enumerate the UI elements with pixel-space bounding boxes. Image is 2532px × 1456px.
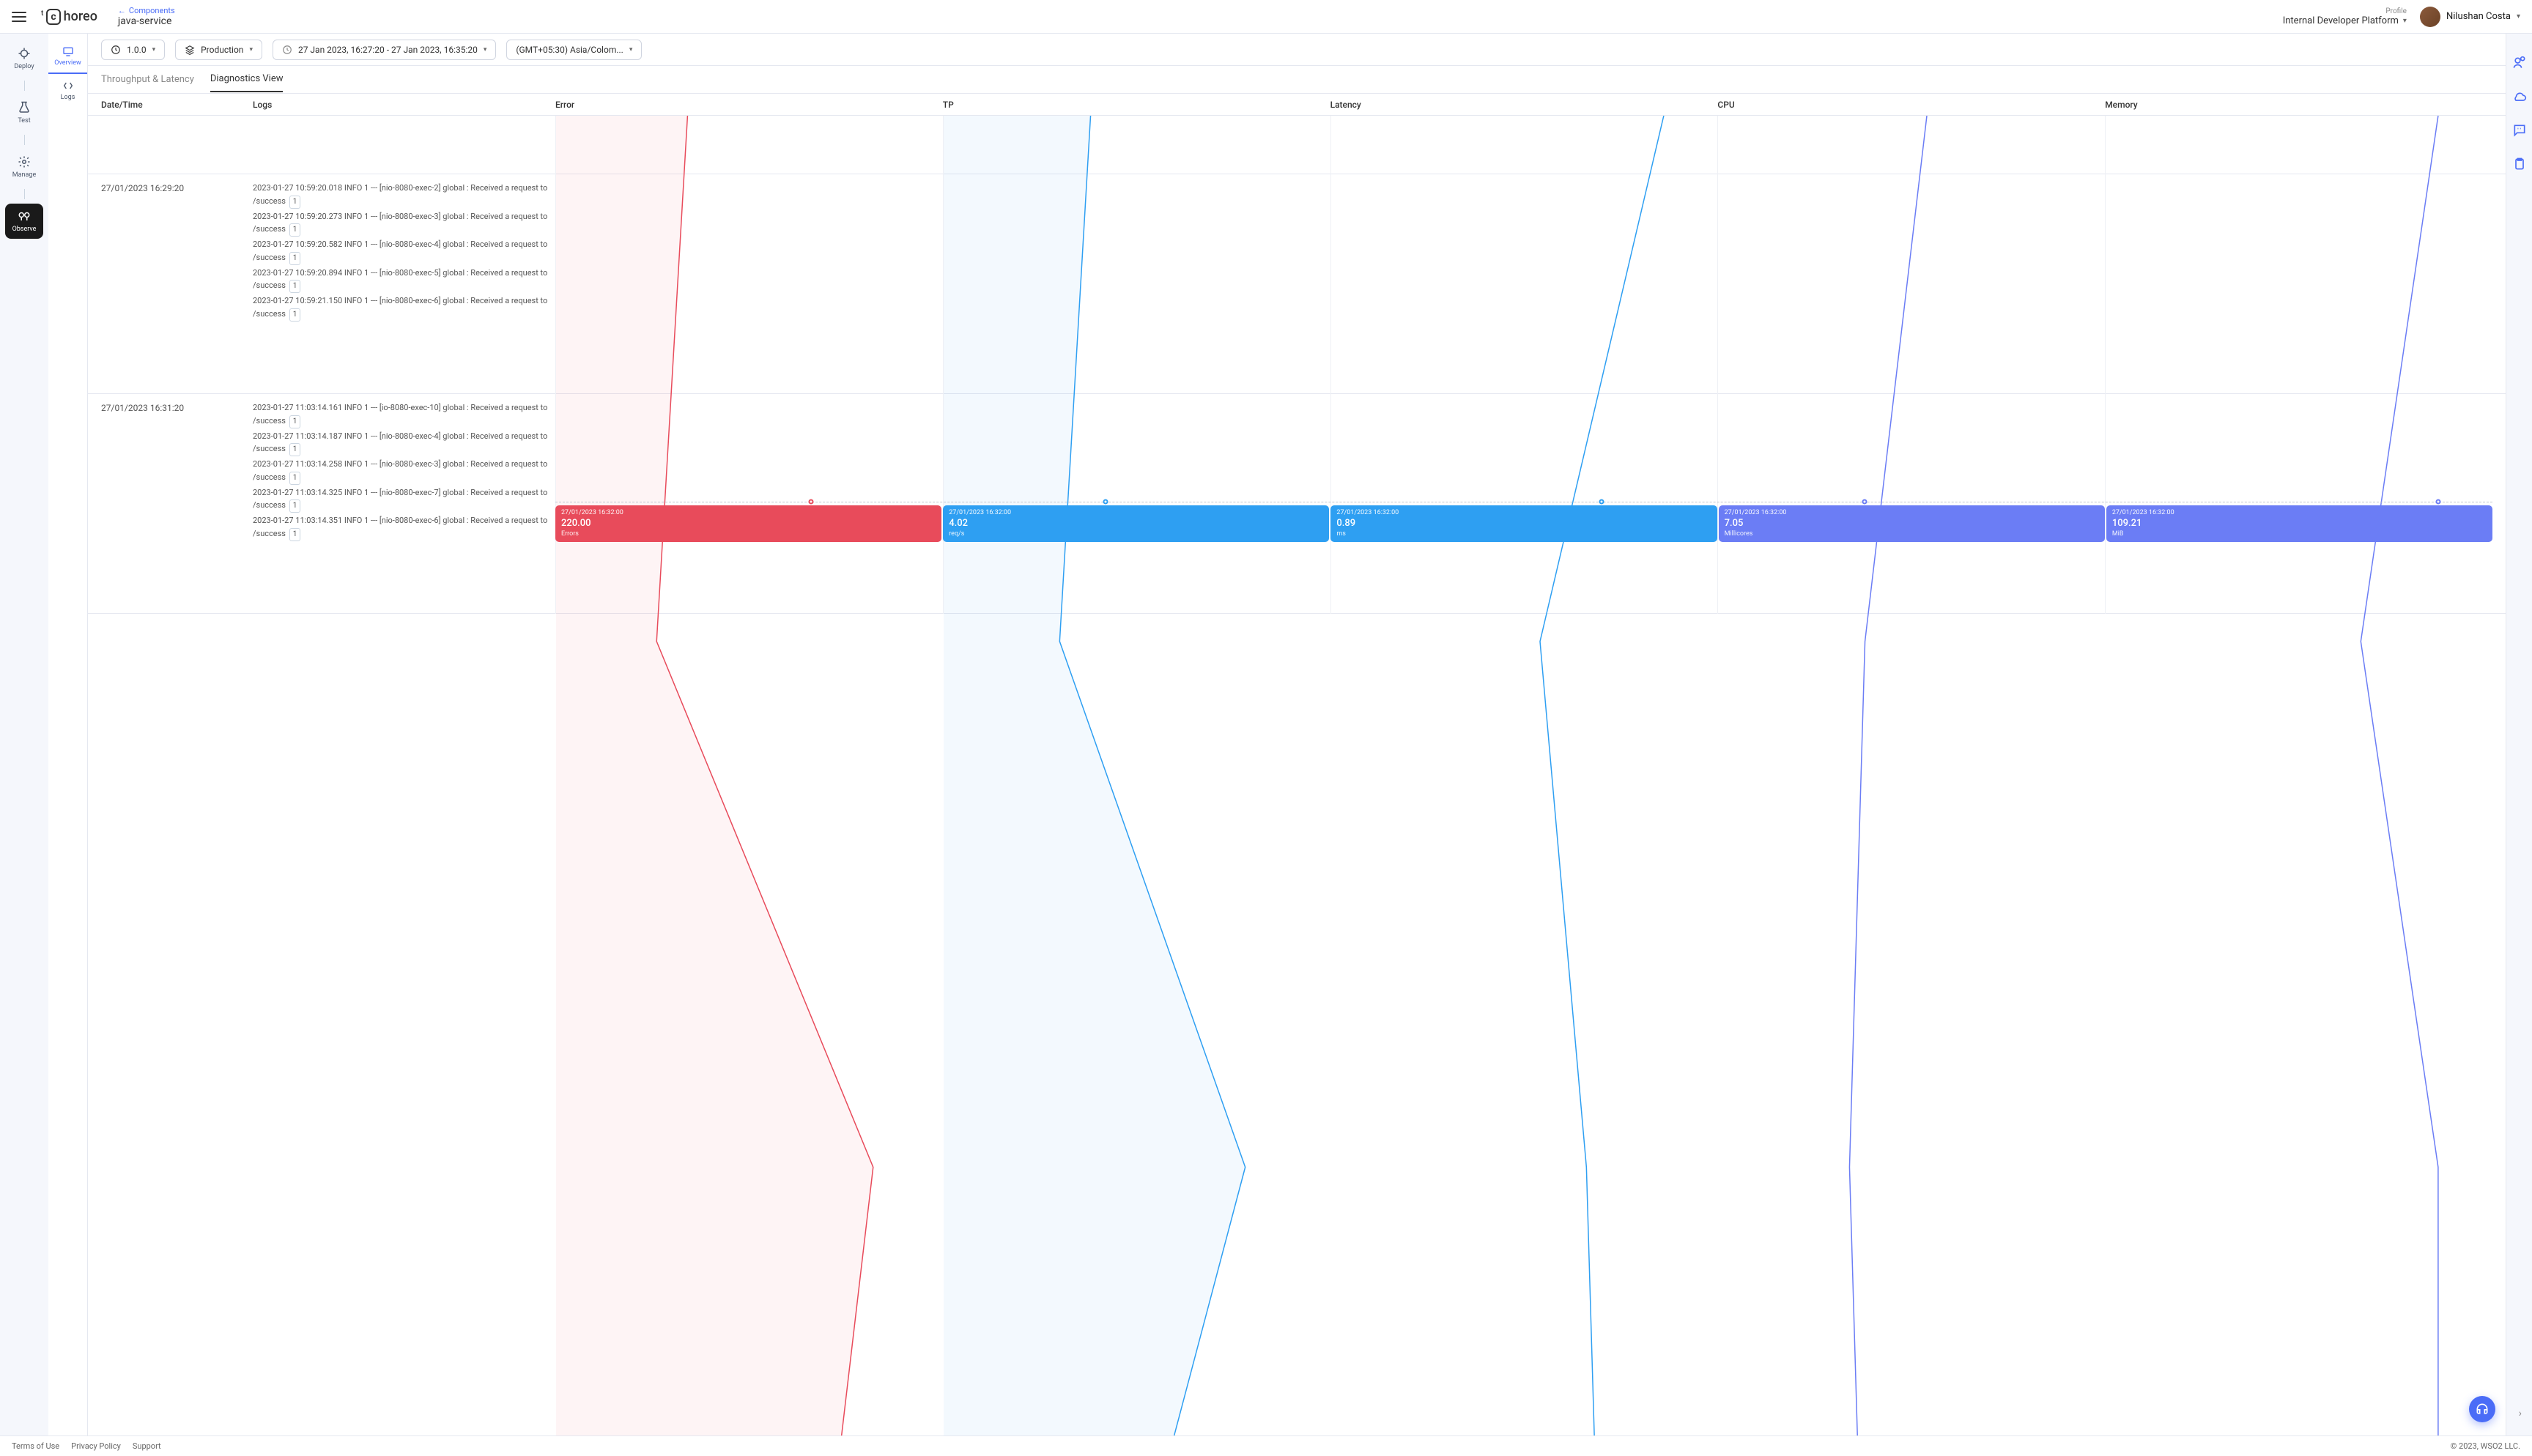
count-badge: 1 — [289, 415, 301, 428]
log-line[interactable]: 2023-01-27 11:03:14.187 INFO 1 --- [nio-… — [253, 430, 548, 457]
datetime-cell: 27/01/2023 16:31:20 — [101, 401, 253, 606]
subnav-logs[interactable]: Logs — [48, 74, 87, 107]
tab-throughput-latency[interactable]: Throughput & Latency — [101, 67, 194, 92]
left-nav: Deploy Test Manage Observe — [0, 34, 48, 1435]
chart-marker-dot — [809, 499, 814, 505]
footer-terms[interactable]: Terms of Use — [12, 1441, 59, 1451]
history-icon — [111, 45, 121, 55]
expand-right-icon[interactable]: › — [2519, 1408, 2522, 1419]
breadcrumb-link[interactable]: ← Components — [118, 6, 175, 15]
chat-icon[interactable] — [2512, 123, 2527, 138]
header-latency: Latency — [1330, 100, 1718, 110]
logo[interactable]: tchoreo — [41, 9, 97, 25]
headset-icon — [2475, 1402, 2490, 1416]
top-bar: tchoreo ← Components java-service Profil… — [0, 0, 2532, 34]
user-menu[interactable]: Nilushan Costa ▾ — [2420, 7, 2520, 27]
tabs: Throughput & Latency Diagnostics View — [88, 66, 2506, 94]
datetime-cell: 27/01/2023 16:29:20 — [101, 182, 253, 386]
page-title: java-service — [118, 15, 175, 27]
timerange-selector[interactable]: 27 Jan 2023, 16:27:20 - 27 Jan 2023, 16:… — [273, 40, 496, 60]
header-memory: Memory — [2105, 100, 2492, 110]
layers-icon — [185, 45, 195, 55]
users-icon[interactable] — [2512, 56, 2527, 70]
nav-deploy[interactable]: Deploy — [5, 41, 43, 76]
count-badge: 1 — [289, 252, 301, 265]
footer-support[interactable]: Support — [133, 1441, 161, 1451]
count-badge: 1 — [289, 443, 301, 456]
log-cell: 2023-01-27 11:03:14.161 INFO 1 --- [io-8… — [253, 401, 555, 606]
toolbar: 1.0.0▾ Production▾ 27 Jan 2023, 16:27:20… — [88, 34, 2506, 66]
log-line[interactable]: 2023-01-27 10:59:21.150 INFO 1 --- [nio-… — [253, 294, 548, 322]
env-selector[interactable]: Production▾ — [175, 40, 262, 60]
footer: Terms of Use Privacy Policy Support © 20… — [0, 1435, 2532, 1456]
chevron-down-icon: ▾ — [2517, 12, 2520, 21]
chart-tooltip: 27/01/2023 16:32:004.02req/s — [943, 505, 1329, 542]
count-badge: 1 — [289, 499, 301, 513]
count-badge: 1 — [289, 528, 301, 541]
subnav-overview[interactable]: Overview — [48, 40, 87, 74]
count-badge: 1 — [289, 223, 301, 237]
footer-privacy[interactable]: Privacy Policy — [71, 1441, 121, 1451]
chart-tooltip: 27/01/2023 16:32:007.05Millicores — [1719, 505, 2105, 542]
chart-marker-dot — [1862, 499, 1867, 505]
log-line[interactable]: 2023-01-27 11:03:14.161 INFO 1 --- [io-8… — [253, 401, 548, 428]
tooltip-row: 27/01/2023 16:32:00220.00Errors27/01/202… — [555, 505, 2492, 542]
log-line[interactable]: 2023-01-27 11:03:14.351 INFO 1 --- [nio-… — [253, 514, 548, 541]
diagnostics-body[interactable]: 27/01/2023 16:29:202023-01-27 10:59:20.0… — [88, 116, 2506, 1435]
count-badge: 1 — [289, 280, 301, 293]
tab-diagnostics-view[interactable]: Diagnostics View — [210, 67, 284, 92]
cloud-icon[interactable] — [2512, 89, 2527, 104]
header-datetime: Date/Time — [101, 100, 253, 110]
log-line[interactable]: 2023-01-27 11:03:14.325 INFO 1 --- [nio-… — [253, 486, 548, 513]
nav-test[interactable]: Test — [5, 95, 43, 130]
chart-tooltip: 27/01/2023 16:32:000.89ms — [1330, 505, 1717, 542]
chart-marker-dot — [1599, 499, 1604, 505]
header-tp: TP — [943, 100, 1330, 110]
count-badge: 1 — [289, 196, 301, 209]
avatar — [2420, 7, 2440, 27]
log-cell: 2023-01-27 10:59:20.018 INFO 1 --- [nio-… — [253, 182, 555, 386]
header-error: Error — [555, 100, 943, 110]
log-line[interactable]: 2023-01-27 10:59:20.582 INFO 1 --- [nio-… — [253, 238, 548, 265]
version-selector[interactable]: 1.0.0▾ — [101, 40, 165, 60]
clipboard-icon[interactable] — [2512, 157, 2527, 171]
table-row: 27/01/2023 16:29:202023-01-27 10:59:20.0… — [88, 174, 2506, 394]
header-logs: Logs — [253, 100, 555, 110]
sub-nav: Overview Logs — [48, 34, 88, 1435]
timezone-selector[interactable]: (GMT+05:30) Asia/Colom...▾ — [506, 40, 642, 60]
chevron-down-icon: ▾ — [2403, 17, 2407, 25]
footer-copyright: © 2023, WSO2 LLC. — [2451, 1441, 2520, 1451]
right-panel — [2506, 34, 2532, 1435]
chart-marker-dot — [2435, 499, 2440, 505]
profile-switcher[interactable]: Profile Internal Developer Platform ▾ — [2283, 7, 2407, 26]
table-row: 27/01/2023 16:31:202023-01-27 11:03:14.1… — [88, 394, 2506, 614]
nav-observe[interactable]: Observe — [5, 204, 43, 239]
clock-icon — [282, 45, 292, 55]
column-headers: Date/Time Logs Error TP Latency CPU Memo… — [88, 94, 2506, 116]
count-badge: 1 — [289, 472, 301, 485]
chart-marker-dot — [1103, 499, 1108, 505]
help-fab[interactable] — [2469, 1396, 2495, 1422]
menu-icon[interactable] — [12, 12, 26, 22]
chart-tooltip: 27/01/2023 16:32:00109.21MiB — [2106, 505, 2492, 542]
log-line[interactable]: 2023-01-27 10:59:20.894 INFO 1 --- [nio-… — [253, 267, 548, 294]
log-line[interactable]: 2023-01-27 10:59:20.273 INFO 1 --- [nio-… — [253, 210, 548, 237]
count-badge: 1 — [289, 308, 301, 322]
chart-tooltip: 27/01/2023 16:32:00220.00Errors — [555, 505, 941, 542]
header-cpu: CPU — [1717, 100, 2105, 110]
log-line[interactable]: 2023-01-27 11:03:14.258 INFO 1 --- [nio-… — [253, 458, 548, 485]
nav-manage[interactable]: Manage — [5, 149, 43, 185]
log-line[interactable]: 2023-01-27 10:59:20.018 INFO 1 --- [nio-… — [253, 182, 548, 209]
